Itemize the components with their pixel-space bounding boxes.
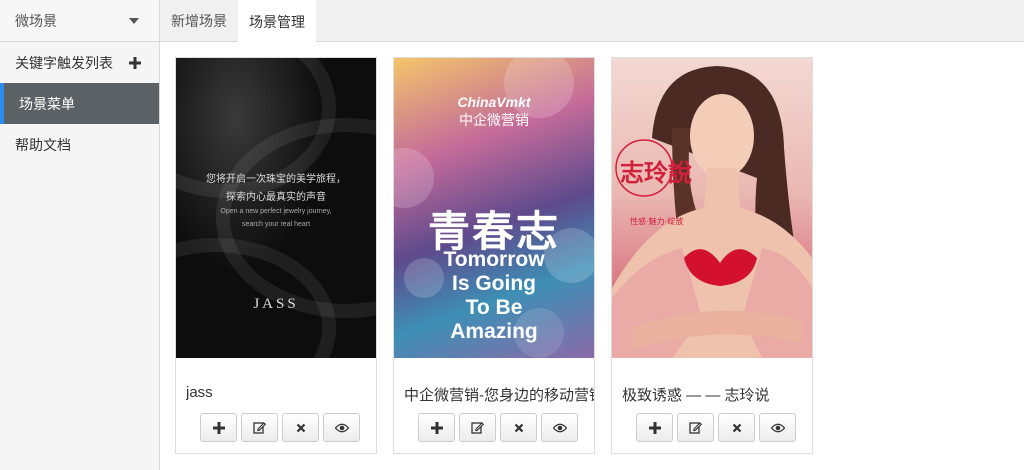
scene-card: 志玲說 性感·魅力·绽放 极致诱惑 — — 志玲说 [611, 57, 813, 454]
close-icon [296, 423, 305, 432]
edit-icon [689, 422, 702, 434]
sidebar-header-label: 微场景 [15, 12, 57, 29]
scene-title: 极致诱惑 — — 志玲说 [622, 387, 770, 404]
edit-button[interactable] [677, 413, 714, 442]
scene-title: 中企微营销-您身边的移动营销 [404, 387, 594, 404]
edit-button[interactable] [459, 413, 496, 442]
sidebar: 微场景 关键字触发列表 场景菜单 帮助文档 [0, 0, 160, 470]
tab-label: 新增场景 [171, 13, 227, 29]
eye-icon [552, 423, 567, 432]
tab-bar: 新增场景 场景管理 [160, 0, 1024, 43]
card-actions [636, 413, 796, 442]
sidebar-item-label: 帮助文档 [15, 136, 71, 153]
thumb-text: search your real heart [241, 221, 311, 228]
thumb-text: To Be [465, 296, 523, 319]
add-button[interactable] [418, 413, 455, 442]
thumb-text: Is Going [452, 272, 536, 295]
eye-icon [770, 423, 785, 432]
chevron-down-icon [129, 17, 139, 24]
thumb-text: 您将开启一次珠宝的美学旅程， [206, 174, 346, 185]
close-icon [514, 423, 523, 432]
sidebar-item-label: 关键字触发列表 [15, 54, 113, 71]
delete-button[interactable] [282, 413, 319, 442]
add-button[interactable] [636, 413, 673, 442]
scene-title: jass [186, 384, 213, 401]
view-button[interactable] [541, 413, 578, 442]
plus-icon [430, 421, 443, 434]
stamp-text: 志玲說 [620, 160, 692, 187]
plus-icon [212, 421, 225, 434]
thumb-text: Amazing [450, 320, 538, 343]
sidebar-header-dropdown[interactable]: 微场景 [0, 0, 159, 42]
edit-icon [471, 422, 484, 434]
scene-card: 您将开启一次珠宝的美学旅程， 探索内心最真实的声音 Open a new per… [175, 57, 377, 454]
delete-button[interactable] [718, 413, 755, 442]
thumb-text: Tomorrow [443, 248, 545, 271]
edit-button[interactable] [241, 413, 278, 442]
view-button[interactable] [323, 413, 360, 442]
close-icon [732, 423, 741, 432]
card-actions [418, 413, 578, 442]
sidebar-item-scene-menu[interactable]: 场景菜单 [0, 83, 159, 124]
scene-thumbnail[interactable]: 志玲說 性感·魅力·绽放 [612, 58, 812, 358]
portrait-image [612, 66, 812, 358]
brand-logo: ChinaVmkt [457, 94, 531, 110]
brand-logo: JASS [253, 296, 299, 312]
eye-icon [334, 423, 349, 432]
plus-icon [648, 421, 661, 434]
scene-card-grid: 您将开启一次珠宝的美学旅程， 探索内心最真实的声音 Open a new per… [175, 57, 813, 454]
tab-label: 场景管理 [249, 13, 305, 30]
sidebar-item-keyword-trigger-list[interactable]: 关键字触发列表 [0, 42, 159, 83]
tab-new-scene[interactable]: 新增场景 [160, 0, 238, 42]
thumb-text: Open a new perfect jewelry journey, [220, 208, 332, 215]
sidebar-item-label: 场景菜单 [19, 95, 75, 112]
scene-thumbnail[interactable]: ChinaVmkt 中企微营销 青春志 Tomorrow Is Going To… [394, 58, 594, 358]
add-button[interactable] [200, 413, 237, 442]
tab-scene-management[interactable]: 场景管理 [238, 0, 316, 43]
scene-card: ChinaVmkt 中企微营销 青春志 Tomorrow Is Going To… [393, 57, 595, 454]
card-actions [200, 413, 360, 442]
brand-logo-cn: 中企微营销 [459, 112, 529, 128]
view-button[interactable] [759, 413, 796, 442]
sidebar-item-help-docs[interactable]: 帮助文档 [0, 124, 159, 165]
scene-thumbnail[interactable]: 您将开启一次珠宝的美学旅程， 探索内心最真实的声音 Open a new per… [176, 58, 376, 358]
thumb-text: 探索内心最真实的声音 [226, 192, 326, 203]
plus-icon[interactable] [129, 53, 141, 73]
edit-icon [253, 422, 266, 434]
thumb-tagline: 性感·魅力·绽放 [630, 217, 684, 226]
delete-button[interactable] [500, 413, 537, 442]
